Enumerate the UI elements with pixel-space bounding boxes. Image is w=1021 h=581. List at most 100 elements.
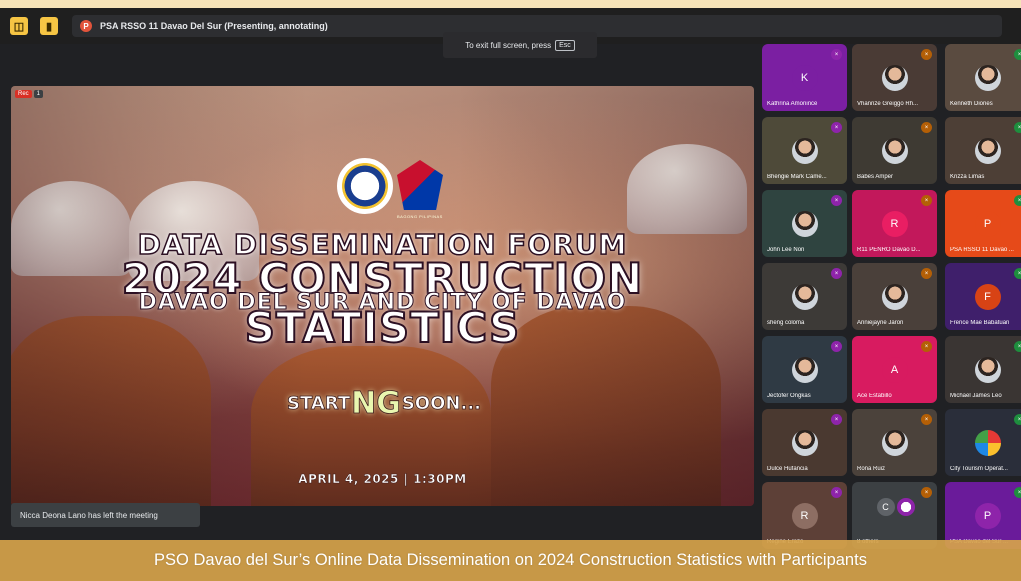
participant-photo [881,138,908,164]
mic-muted-icon: × [831,341,842,352]
starting-part-c: SOON... [401,393,481,415]
participant-tile[interactable]: ×RRegine Erazo [762,482,847,549]
meeting-notification-toast: Nicca Deona Lano has left the meeting [11,503,200,527]
mic-muted-icon: × [921,414,932,425]
slide-logos: BAGONG PILIPINAS [337,158,443,219]
image-caption: PSO Davao del Sur’s Online Data Dissemin… [154,551,867,569]
bagong-pilipinas-logo [397,160,443,210]
mic-muted-icon: × [831,195,842,206]
participant-tile[interactable]: × Kenneth Diones [945,44,1021,111]
participant-name: sheng coloma [767,320,805,326]
participant-name: Jectofer Ongkas [767,393,811,399]
mic-muted-icon: × [1014,195,1021,206]
participant-tile[interactable]: × Rona Ruiz [852,409,937,476]
participant-name: Bhengie Mark Came... [767,174,827,180]
participant-tile[interactable]: × K Kathrina Amonince [762,44,847,111]
participant-photo [881,430,908,456]
mic-muted-icon: × [1014,341,1021,352]
mic-muted-icon: × [831,122,842,133]
participant-tile[interactable]: × Dulce Hufancia [762,409,847,476]
viewer-count: 1 [33,90,44,98]
participant-tile[interactable]: × Bhengie Mark Came... [762,117,847,184]
participant-name: Krizza Limas [950,174,985,180]
starting-part-a: START [287,393,351,415]
participant-tile[interactable]: × F Frence Mae Babatuan [945,263,1021,330]
participant-avatar: F [974,284,1001,310]
participant-name: Vhannze Greiggo Rh... [857,101,919,107]
participant-tile[interactable]: × A Ace Estabillo [852,336,937,403]
participant-photo [881,65,908,91]
rec-label: Rec [15,90,32,98]
lock-icon[interactable]: ▮ [40,17,58,35]
helmet-right [627,144,747,234]
mic-muted-icon: × [921,487,932,498]
exit-tip-text: To exit full screen, press [465,40,552,50]
participant-tile[interactable]: × Michael James Leo [945,336,1021,403]
participant-tile[interactable]: ×PPSA Davao del Sur ... [945,482,1021,549]
participant-avatar: P [974,211,1001,237]
recording-badge: Rec 1 [15,90,44,98]
participant-name: Babes Amper [857,174,894,180]
participant-logo [974,430,1001,456]
starting-part-b: NG [351,386,402,422]
participant-name: Kenneth Diones [950,101,993,107]
others-logo-icon [896,498,915,516]
mic-muted-icon: × [921,195,932,206]
mic-muted-icon: × [1014,487,1021,498]
participant-tile[interactable]: × Babes Amper [852,117,937,184]
starting-soon-text: START NG SOON... [287,386,482,422]
participant-photo [974,65,1001,91]
mic-muted-icon: × [831,487,842,498]
participant-avatar: R [881,211,908,237]
participant-avatar: A [881,357,908,383]
mic-muted-icon: × [921,268,932,279]
participant-name: John Lee Non [767,247,805,253]
image-caption-bar: PSO Davao del Sur’s Online Data Dissemin… [0,540,1021,581]
shared-screen-slide: Rec 1 BAGONG PILIPINAS DATA DISSEMINATIO… [11,86,754,506]
participant-name: Kathrina Amonince [767,101,818,107]
presentation-title: PSA RSSO 11 Davao Del Sur (Presenting, a… [100,21,328,31]
participant-photo [791,138,818,164]
psa-logo [337,158,393,214]
mic-muted-icon: × [831,49,842,60]
top-frame-border [0,0,1021,8]
participant-name: R11 PENRO Davao D... [857,247,921,253]
participant-tile[interactable]: ×C8 others [852,482,937,549]
participant-avatar: P [974,503,1001,529]
participant-tile[interactable]: × sheng coloma [762,263,847,330]
participant-tile[interactable]: × Vhannze Greiggo Rh... [852,44,937,111]
esc-key-hint: Esc [555,39,575,51]
mic-muted-icon: × [1014,414,1021,425]
participant-photo [791,357,818,383]
participant-tile[interactable]: × City Tourism Operat... [945,409,1021,476]
participant-name: Anniejayne Jaron [857,320,904,326]
participant-avatar: C [876,498,895,516]
participant-photo [974,138,1001,164]
participant-tile[interactable]: × Krizza Limas [945,117,1021,184]
mic-muted-icon: × [1014,122,1021,133]
participant-name: City Tourism Operat... [950,466,1008,472]
participant-tile[interactable]: × R R11 PENRO Davao D... [852,190,937,257]
participant-tile[interactable]: × Anniejayne Jaron [852,263,937,330]
participant-tile[interactable]: × Jectofer Ongkas [762,336,847,403]
participant-photo [974,357,1001,383]
slide-title-line3: DAVAO DEL SUR AND CITY OF DAVAO [138,290,627,316]
participant-name: Michael James Leo [950,393,1002,399]
participant-name: Rona Ruiz [857,466,886,472]
participant-name: Frence Mae Babatuan [950,320,1010,326]
participant-tile[interactable]: × P PSA RSSO 11 Davao ... [945,190,1021,257]
participant-avatar: K [791,65,818,91]
captions-icon[interactable]: ◫ [10,17,28,35]
participant-photo [791,430,818,456]
mic-muted-icon: × [921,49,932,60]
participant-tile[interactable]: × John Lee Non [762,190,847,257]
event-date: APRIL 4, 2025 | 1:30PM [298,472,467,487]
mic-muted-icon: × [1014,49,1021,60]
mic-muted-icon: × [921,122,932,133]
participant-photo [791,211,818,237]
participant-name: PSA RSSO 11 Davao ... [950,247,1014,253]
fullscreen-exit-tooltip: To exit full screen, press Esc [443,32,597,58]
participant-avatar: R [791,503,818,529]
participant-name: Dulce Hufancia [767,466,808,472]
presenter-avatar: P [80,20,92,32]
